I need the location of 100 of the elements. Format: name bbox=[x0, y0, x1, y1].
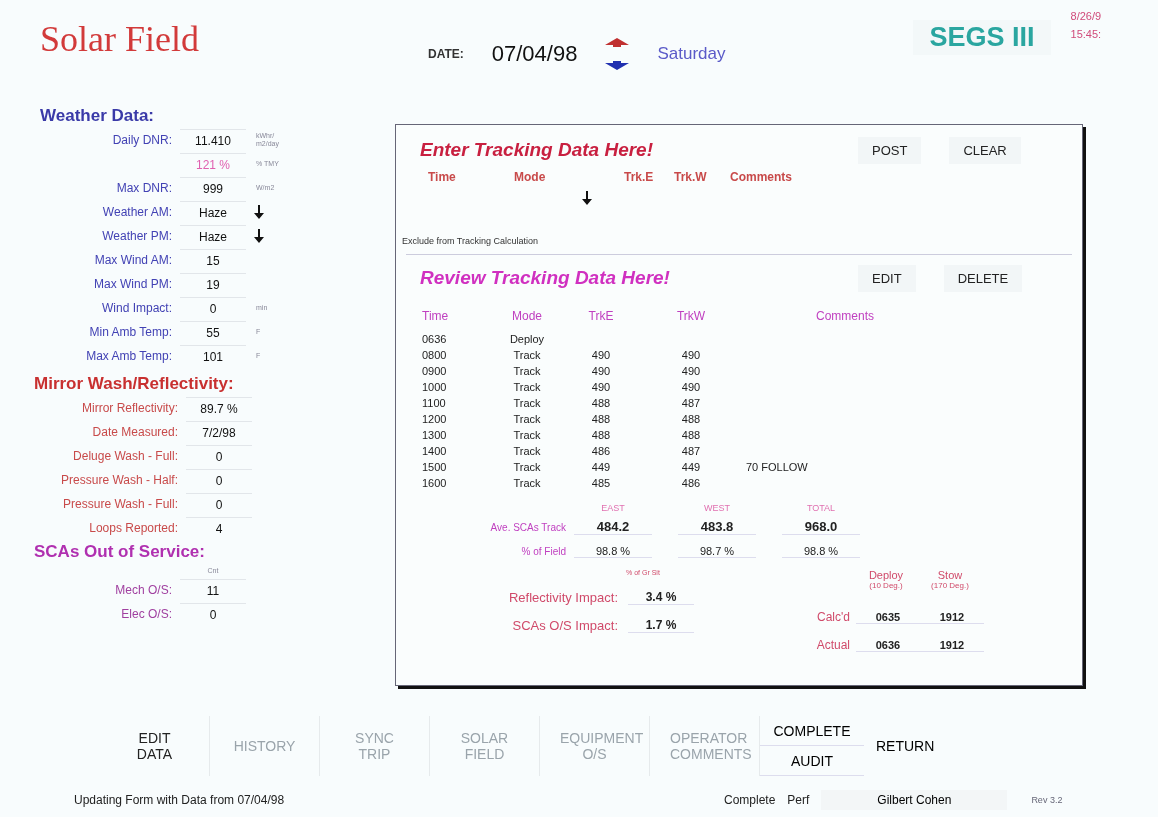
column-header: TrkW bbox=[675, 309, 707, 323]
value-field: 98.7 % bbox=[678, 544, 756, 558]
action-button[interactable]: CLEAR bbox=[949, 136, 1021, 164]
dropdown-arrow-icon[interactable] bbox=[254, 205, 264, 219]
select-field[interactable]: Haze bbox=[180, 200, 246, 224]
field-label: Elec O/S: bbox=[120, 607, 173, 621]
arrow-up-icon[interactable] bbox=[605, 38, 630, 47]
table-cell-text: 1000 bbox=[422, 381, 448, 395]
table-cell-text: Deploy bbox=[508, 333, 546, 347]
table-cell-text: 1500 bbox=[422, 461, 448, 475]
column-header: Comments bbox=[815, 309, 875, 323]
value-field[interactable]: 89.7 % bbox=[186, 396, 252, 420]
value-field[interactable]: 19 bbox=[180, 272, 246, 296]
table-cell: 485 bbox=[591, 477, 611, 489]
field-label: Pressure Wash - Full: bbox=[62, 497, 179, 511]
field-label: Deluge Wash - Full: bbox=[72, 449, 179, 463]
row-label: % of Field bbox=[520, 545, 567, 557]
timestamp-time: 15:45: bbox=[1070, 28, 1102, 40]
field-label: Loops Reported: bbox=[88, 521, 179, 535]
row-label: Calc'd bbox=[816, 610, 851, 624]
arrow-down-icon[interactable] bbox=[605, 61, 630, 70]
perf-field[interactable]: Gilbert Cohen bbox=[821, 790, 1008, 810]
column-header: TrkE bbox=[587, 309, 615, 323]
date-field[interactable]: 07/04/98 bbox=[491, 41, 578, 67]
section-title: SCAs Out of Service: bbox=[33, 542, 206, 562]
table-cell: 487 bbox=[681, 445, 701, 457]
value-field: 98.8 % bbox=[574, 544, 652, 558]
section-title: Weather Data: bbox=[39, 106, 155, 126]
field-label: Date Measured: bbox=[91, 425, 179, 439]
value-field: 0635 bbox=[856, 610, 920, 624]
table-cell-text: Track bbox=[512, 381, 542, 395]
table-cell: 449 bbox=[591, 461, 611, 473]
table-cell-text: Track bbox=[512, 413, 542, 427]
section-title: Review Tracking Data Here! bbox=[419, 267, 671, 289]
column-header: Trk.E bbox=[624, 170, 655, 184]
row-label: Ave. SCAs Track bbox=[489, 521, 567, 533]
table-cell: 449 bbox=[681, 461, 701, 473]
dropdown-arrow-icon[interactable] bbox=[254, 229, 264, 243]
date-label: DATE: bbox=[428, 47, 464, 61]
weekday-label: Saturday bbox=[657, 44, 726, 64]
select-field[interactable]: Haze bbox=[180, 224, 246, 248]
value-field[interactable]: 101 bbox=[180, 344, 246, 368]
value-field[interactable]: 4 bbox=[186, 516, 252, 540]
table-cell: 490 bbox=[681, 381, 701, 393]
table-cell: 486 bbox=[681, 477, 701, 489]
field-label: Pressure Wash - Half: bbox=[60, 473, 179, 487]
table-cell: 487 bbox=[681, 397, 701, 409]
value-field[interactable]: 55 bbox=[180, 320, 246, 344]
field-label: Weather PM: bbox=[101, 229, 173, 243]
action-button[interactable]: DELETE bbox=[943, 264, 1023, 292]
column-header: TOTAL bbox=[805, 503, 837, 513]
column-header: Mode bbox=[511, 309, 543, 323]
table-cell: 488 bbox=[591, 413, 611, 425]
action-button[interactable]: POST bbox=[858, 136, 922, 164]
nav-button[interactable]: EDIT DATA bbox=[100, 716, 210, 776]
value-field[interactable]: 11 bbox=[180, 578, 246, 602]
column-header: Comments bbox=[730, 170, 793, 184]
mode-dropdown-icon[interactable] bbox=[582, 191, 592, 205]
value-field[interactable]: 11.410 bbox=[180, 128, 246, 152]
table-cell: 488 bbox=[681, 429, 701, 441]
field-label: Mirror Reflectivity: bbox=[81, 401, 179, 415]
field-label: Max Wind AM: bbox=[93, 253, 173, 267]
value-field[interactable]: 0 bbox=[186, 444, 252, 468]
field-label: Mech O/S: bbox=[114, 583, 173, 597]
table-cell: 490 bbox=[591, 365, 611, 377]
table-cell: 490 bbox=[591, 381, 611, 393]
field-label: Max Amb Temp: bbox=[85, 349, 173, 363]
field-label: Min Amb Temp: bbox=[88, 325, 173, 339]
field-label: Max Wind PM: bbox=[93, 277, 173, 291]
value-field: 3.4 % bbox=[628, 589, 694, 605]
status-message: Updating Form with Data from 07/04/98 bbox=[74, 793, 286, 807]
revision-label: Rev 3.2 bbox=[1031, 795, 1063, 805]
value-field: 968.0 bbox=[782, 519, 860, 535]
audit-button[interactable]: AUDIT bbox=[760, 746, 864, 776]
section-title: Enter Tracking Data Here! bbox=[419, 139, 654, 161]
column-header: Deploy (10 Deg.) bbox=[867, 569, 905, 592]
value-field[interactable]: 0 bbox=[180, 296, 246, 320]
table-cell: 490 bbox=[681, 349, 701, 361]
value-field[interactable]: 0 bbox=[180, 602, 246, 626]
field-label: Daily DNR: bbox=[111, 133, 173, 147]
value-field[interactable]: 7/2/98 bbox=[186, 420, 252, 444]
value-field: 1912 bbox=[920, 638, 984, 652]
table-cell-text: 1300 bbox=[422, 429, 448, 443]
action-button[interactable]: EDIT bbox=[858, 264, 916, 292]
table-cell: 488 bbox=[591, 397, 611, 409]
return-button[interactable]: RETURN bbox=[870, 737, 941, 755]
value-field[interactable]: 0 bbox=[186, 492, 252, 516]
table-cell-text: Track bbox=[512, 397, 542, 411]
table-cell-text: Track bbox=[512, 365, 542, 379]
audit-button[interactable]: COMPLETE bbox=[760, 716, 864, 746]
column-header: WEST bbox=[703, 503, 731, 513]
value-field[interactable]: 999 bbox=[180, 176, 246, 200]
dnr-percent: 121 % bbox=[180, 152, 246, 176]
field-label: Weather AM: bbox=[101, 205, 173, 219]
column-header: Mode bbox=[514, 170, 547, 184]
row-label: SCAs O/S Impact: bbox=[511, 617, 619, 633]
column-header: Stow (170 Deg.) bbox=[930, 569, 970, 592]
table-cell: 488 bbox=[591, 429, 611, 441]
value-field[interactable]: 0 bbox=[186, 468, 252, 492]
value-field[interactable]: 15 bbox=[180, 248, 246, 272]
